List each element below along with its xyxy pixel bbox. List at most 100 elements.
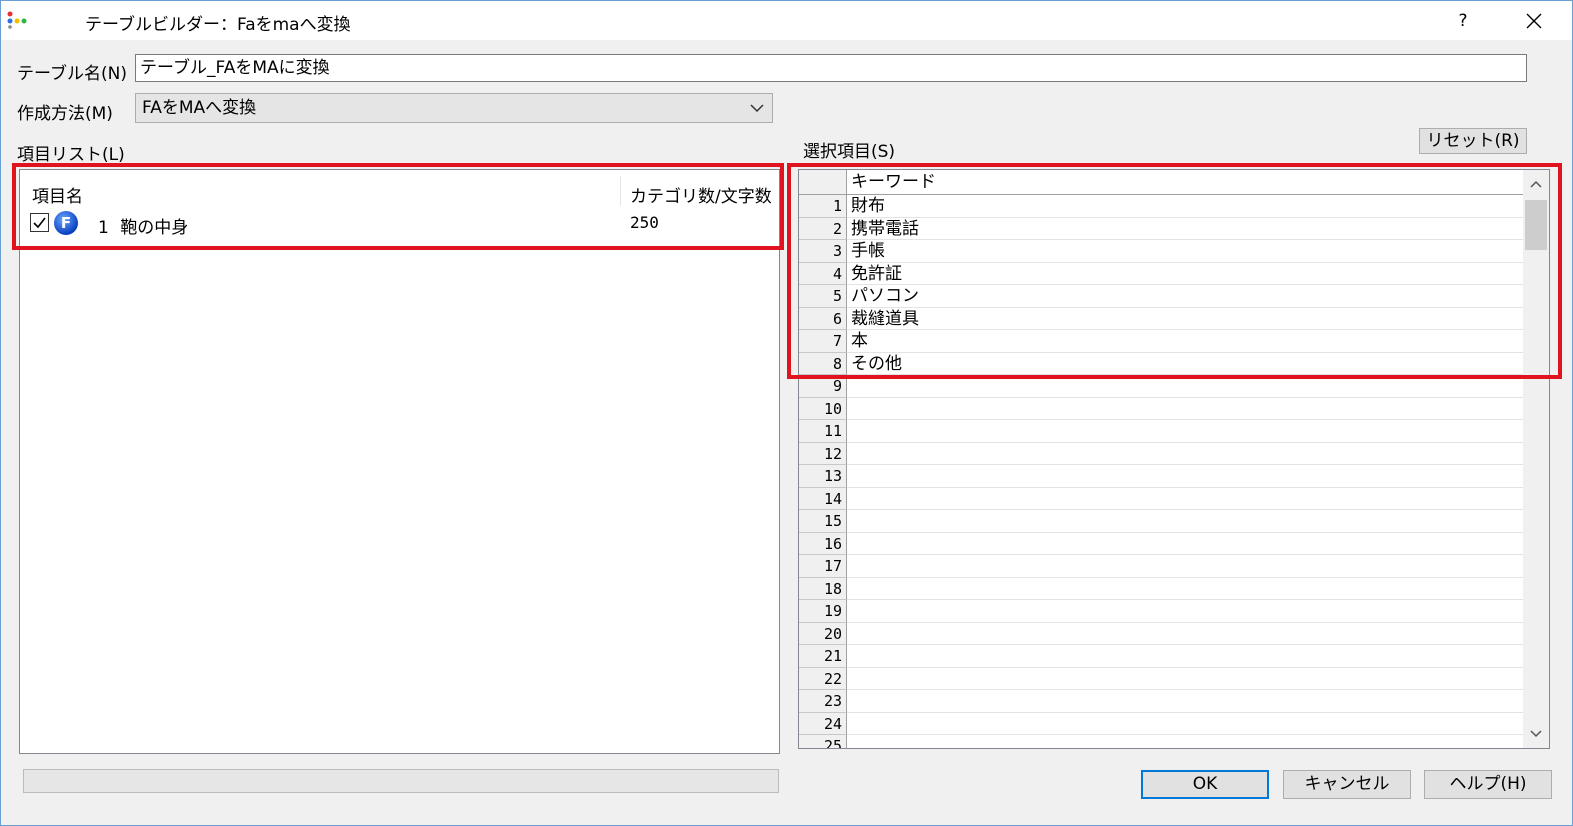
- keyword-cell[interactable]: [847, 690, 1523, 713]
- keyword-cell[interactable]: [847, 578, 1523, 600]
- row-number[interactable]: 10: [799, 397, 847, 420]
- grid-row[interactable]: 1 財布: [799, 195, 1523, 218]
- grid-row[interactable]: 22: [799, 667, 1523, 690]
- keyword-cell[interactable]: [847, 555, 1523, 578]
- keyword-cell[interactable]: 免許証: [847, 263, 1523, 285]
- row-number[interactable]: 4: [799, 262, 847, 285]
- title-bar[interactable]: テーブルビルダー：Faをmaへ変換 ?: [1, 1, 1572, 40]
- keyword-cell[interactable]: [847, 420, 1523, 443]
- reset-button[interactable]: リセット(R): [1419, 128, 1527, 154]
- grid-row[interactable]: 12: [799, 442, 1523, 465]
- grid-row[interactable]: 10: [799, 397, 1523, 420]
- grid-row[interactable]: 5 パソコン: [799, 285, 1523, 308]
- column-header-name[interactable]: 項目名: [32, 182, 83, 207]
- grid-row[interactable]: 14: [799, 487, 1523, 510]
- keyword-cell[interactable]: その他: [847, 353, 1523, 375]
- keyword-cell[interactable]: [847, 488, 1523, 510]
- row-number[interactable]: 21: [799, 645, 847, 668]
- close-button[interactable]: [1506, 1, 1562, 40]
- row-number[interactable]: 22: [799, 667, 847, 690]
- row-number[interactable]: 19: [799, 600, 847, 623]
- vertical-scrollbar[interactable]: [1523, 170, 1549, 748]
- grid-row[interactable]: 25: [799, 735, 1523, 748]
- keyword-cell[interactable]: 裁縫道具: [847, 308, 1523, 330]
- column-header-count[interactable]: カテゴリ数/文字数: [630, 182, 772, 207]
- cancel-button[interactable]: キャンセル: [1283, 770, 1411, 799]
- grid-row[interactable]: 7本: [799, 330, 1523, 353]
- row-number[interactable]: 16: [799, 532, 847, 555]
- grid-row[interactable]: 17: [799, 555, 1523, 578]
- row-number[interactable]: 2: [799, 217, 847, 240]
- keyword-cell[interactable]: 本: [847, 330, 1523, 353]
- keyword-cell[interactable]: [847, 398, 1523, 420]
- keyword-cell[interactable]: 携帯電話: [847, 218, 1523, 240]
- column-divider[interactable]: [620, 176, 621, 206]
- row-number[interactable]: 20: [799, 622, 847, 645]
- row-number[interactable]: 6: [799, 307, 847, 330]
- item-checkbox[interactable]: [30, 213, 49, 232]
- keyword-cell[interactable]: [847, 668, 1523, 690]
- grid-row[interactable]: 23: [799, 690, 1523, 713]
- keyword-cell[interactable]: [847, 600, 1523, 623]
- row-number[interactable]: 25: [799, 735, 847, 748]
- grid-row[interactable]: 18: [799, 577, 1523, 600]
- method-select[interactable]: FAをMAへ変換: [135, 93, 773, 123]
- grid-row[interactable]: 4 免許証: [799, 262, 1523, 285]
- keyword-cell[interactable]: [847, 510, 1523, 533]
- grid-row[interactable]: 16: [799, 532, 1523, 555]
- row-number[interactable]: 11: [799, 420, 847, 443]
- row-number[interactable]: 7: [799, 330, 847, 353]
- keyword-cell[interactable]: [847, 645, 1523, 668]
- keyword-cell[interactable]: 財布: [847, 195, 1523, 218]
- keyword-cell[interactable]: [847, 713, 1523, 735]
- grid-row[interactable]: 3 手帳: [799, 240, 1523, 263]
- help-question-label: ?: [1458, 10, 1468, 31]
- list-item-label: 鞄の中身: [120, 218, 189, 238]
- keyword-cell[interactable]: [847, 465, 1523, 488]
- grid-row[interactable]: 11: [799, 420, 1523, 443]
- row-number[interactable]: 13: [799, 465, 847, 488]
- row-number[interactable]: 1: [799, 195, 847, 218]
- item-list-label: 項目リスト(L): [17, 145, 125, 165]
- grid-corner[interactable]: [799, 170, 847, 195]
- scroll-thumb[interactable]: [1525, 200, 1547, 250]
- list-item[interactable]: F 1 鞄の中身 250: [20, 210, 779, 238]
- grid-row[interactable]: 19: [799, 600, 1523, 623]
- keyword-cell[interactable]: [847, 623, 1523, 645]
- row-number[interactable]: 3: [799, 240, 847, 263]
- grid-row[interactable]: 6 裁縫道具: [799, 307, 1523, 330]
- scroll-down-button[interactable]: [1523, 720, 1549, 748]
- grid-row[interactable]: 13: [799, 465, 1523, 488]
- grid-row[interactable]: 24: [799, 712, 1523, 735]
- grid-row[interactable]: 21: [799, 645, 1523, 668]
- keyword-cell[interactable]: [847, 443, 1523, 465]
- help-button[interactable]: ヘルプ(H): [1424, 770, 1552, 799]
- row-number[interactable]: 14: [799, 487, 847, 510]
- row-number[interactable]: 24: [799, 712, 847, 735]
- ok-button[interactable]: OK: [1141, 770, 1269, 799]
- keyword-grid[interactable]: キーワード 1 財布 2 携帯電話 3 手帳 4 免許証 5 パソコン 6 裁縫道具 7 本 8 その他 9 10…: [798, 169, 1550, 749]
- row-number[interactable]: 23: [799, 690, 847, 713]
- row-number[interactable]: 8: [799, 352, 847, 375]
- grid-row[interactable]: 8 その他: [799, 352, 1523, 375]
- grid-row[interactable]: 2 携帯電話: [799, 217, 1523, 240]
- grid-row[interactable]: 9: [799, 375, 1523, 398]
- item-list-view[interactable]: 項目名 カテゴリ数/文字数 F 1 鞄の中身 250: [19, 169, 780, 754]
- keyword-cell[interactable]: [847, 533, 1523, 555]
- row-number[interactable]: 17: [799, 555, 847, 578]
- row-number[interactable]: 12: [799, 442, 847, 465]
- keyword-column-header[interactable]: キーワード: [847, 170, 1523, 195]
- grid-row[interactable]: 20: [799, 622, 1523, 645]
- keyword-cell[interactable]: 手帳: [847, 240, 1523, 263]
- keyword-cell[interactable]: [847, 375, 1523, 398]
- row-number[interactable]: 5: [799, 285, 847, 308]
- row-number[interactable]: 15: [799, 510, 847, 533]
- keyword-cell[interactable]: [847, 735, 1523, 748]
- help-title-button[interactable]: ?: [1435, 1, 1491, 40]
- grid-row[interactable]: 15: [799, 510, 1523, 533]
- keyword-cell[interactable]: パソコン: [847, 285, 1523, 308]
- table-name-input[interactable]: テーブル_FAをMAに変換: [135, 54, 1527, 82]
- row-number[interactable]: 9: [799, 375, 847, 398]
- scroll-up-button[interactable]: [1523, 170, 1549, 198]
- row-number[interactable]: 18: [799, 577, 847, 600]
